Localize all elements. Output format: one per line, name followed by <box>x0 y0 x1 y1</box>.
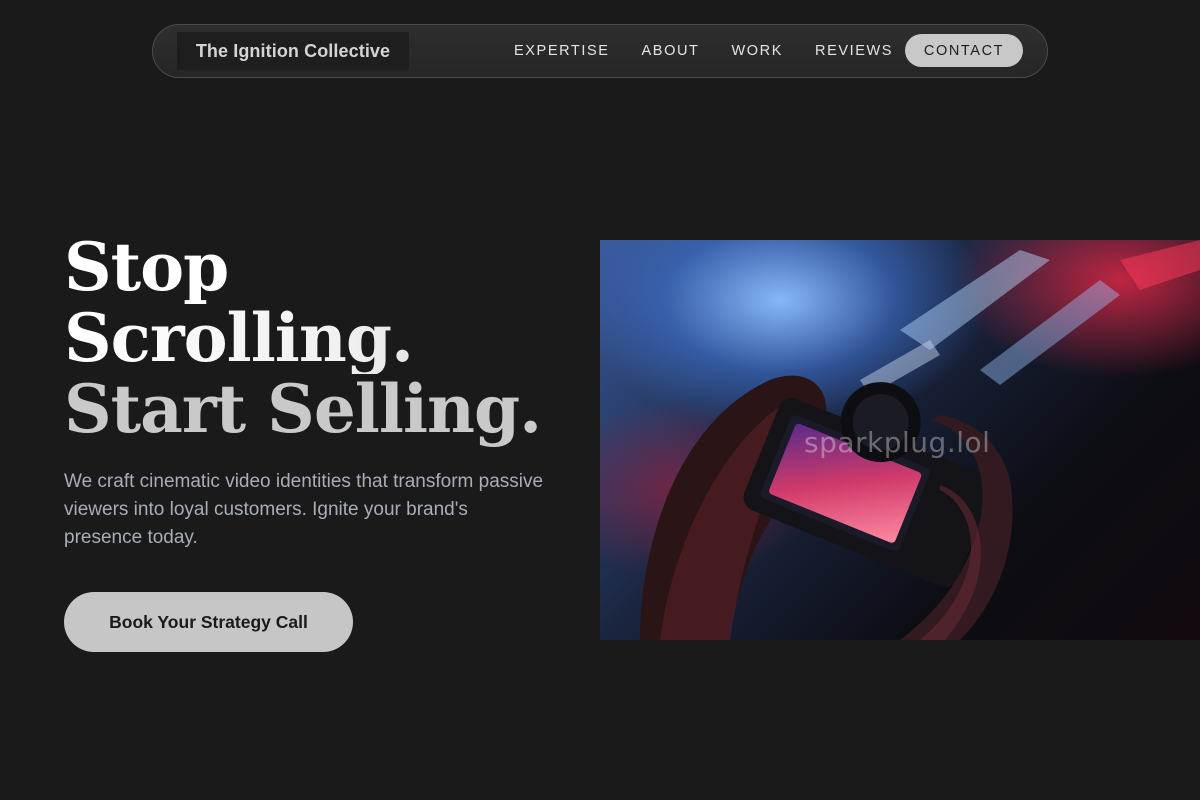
landing-page: The Ignition Collective EXPERTISE ABOUT … <box>0 0 1200 800</box>
headline-line-2: Scrolling. <box>64 303 541 374</box>
book-strategy-call-button[interactable]: Book Your Strategy Call <box>64 592 353 652</box>
brand-logo[interactable]: The Ignition Collective <box>177 32 409 70</box>
contact-button[interactable]: CONTACT <box>905 34 1023 67</box>
top-navigation: The Ignition Collective EXPERTISE ABOUT … <box>152 24 1048 78</box>
headline-line-1: Stop <box>64 228 229 306</box>
hero-subtext: We craft cinematic video identities that… <box>64 471 544 548</box>
hero-headline: Stop Scrolling. Start Selling. <box>64 228 542 448</box>
nav-link-work[interactable]: WORK <box>731 43 783 59</box>
nav-links: EXPERTISE ABOUT WORK REVIEWS <box>514 25 925 77</box>
headline-line-3: Start Selling. <box>64 370 542 448</box>
image-watermark: sparkplug.lol <box>804 426 991 459</box>
hero-camera-image: sparkplug.lol <box>600 240 1200 640</box>
nav-link-expertise[interactable]: EXPERTISE <box>514 43 610 59</box>
nav-link-reviews[interactable]: REVIEWS <box>815 43 893 59</box>
nav-link-about[interactable]: ABOUT <box>642 43 700 59</box>
